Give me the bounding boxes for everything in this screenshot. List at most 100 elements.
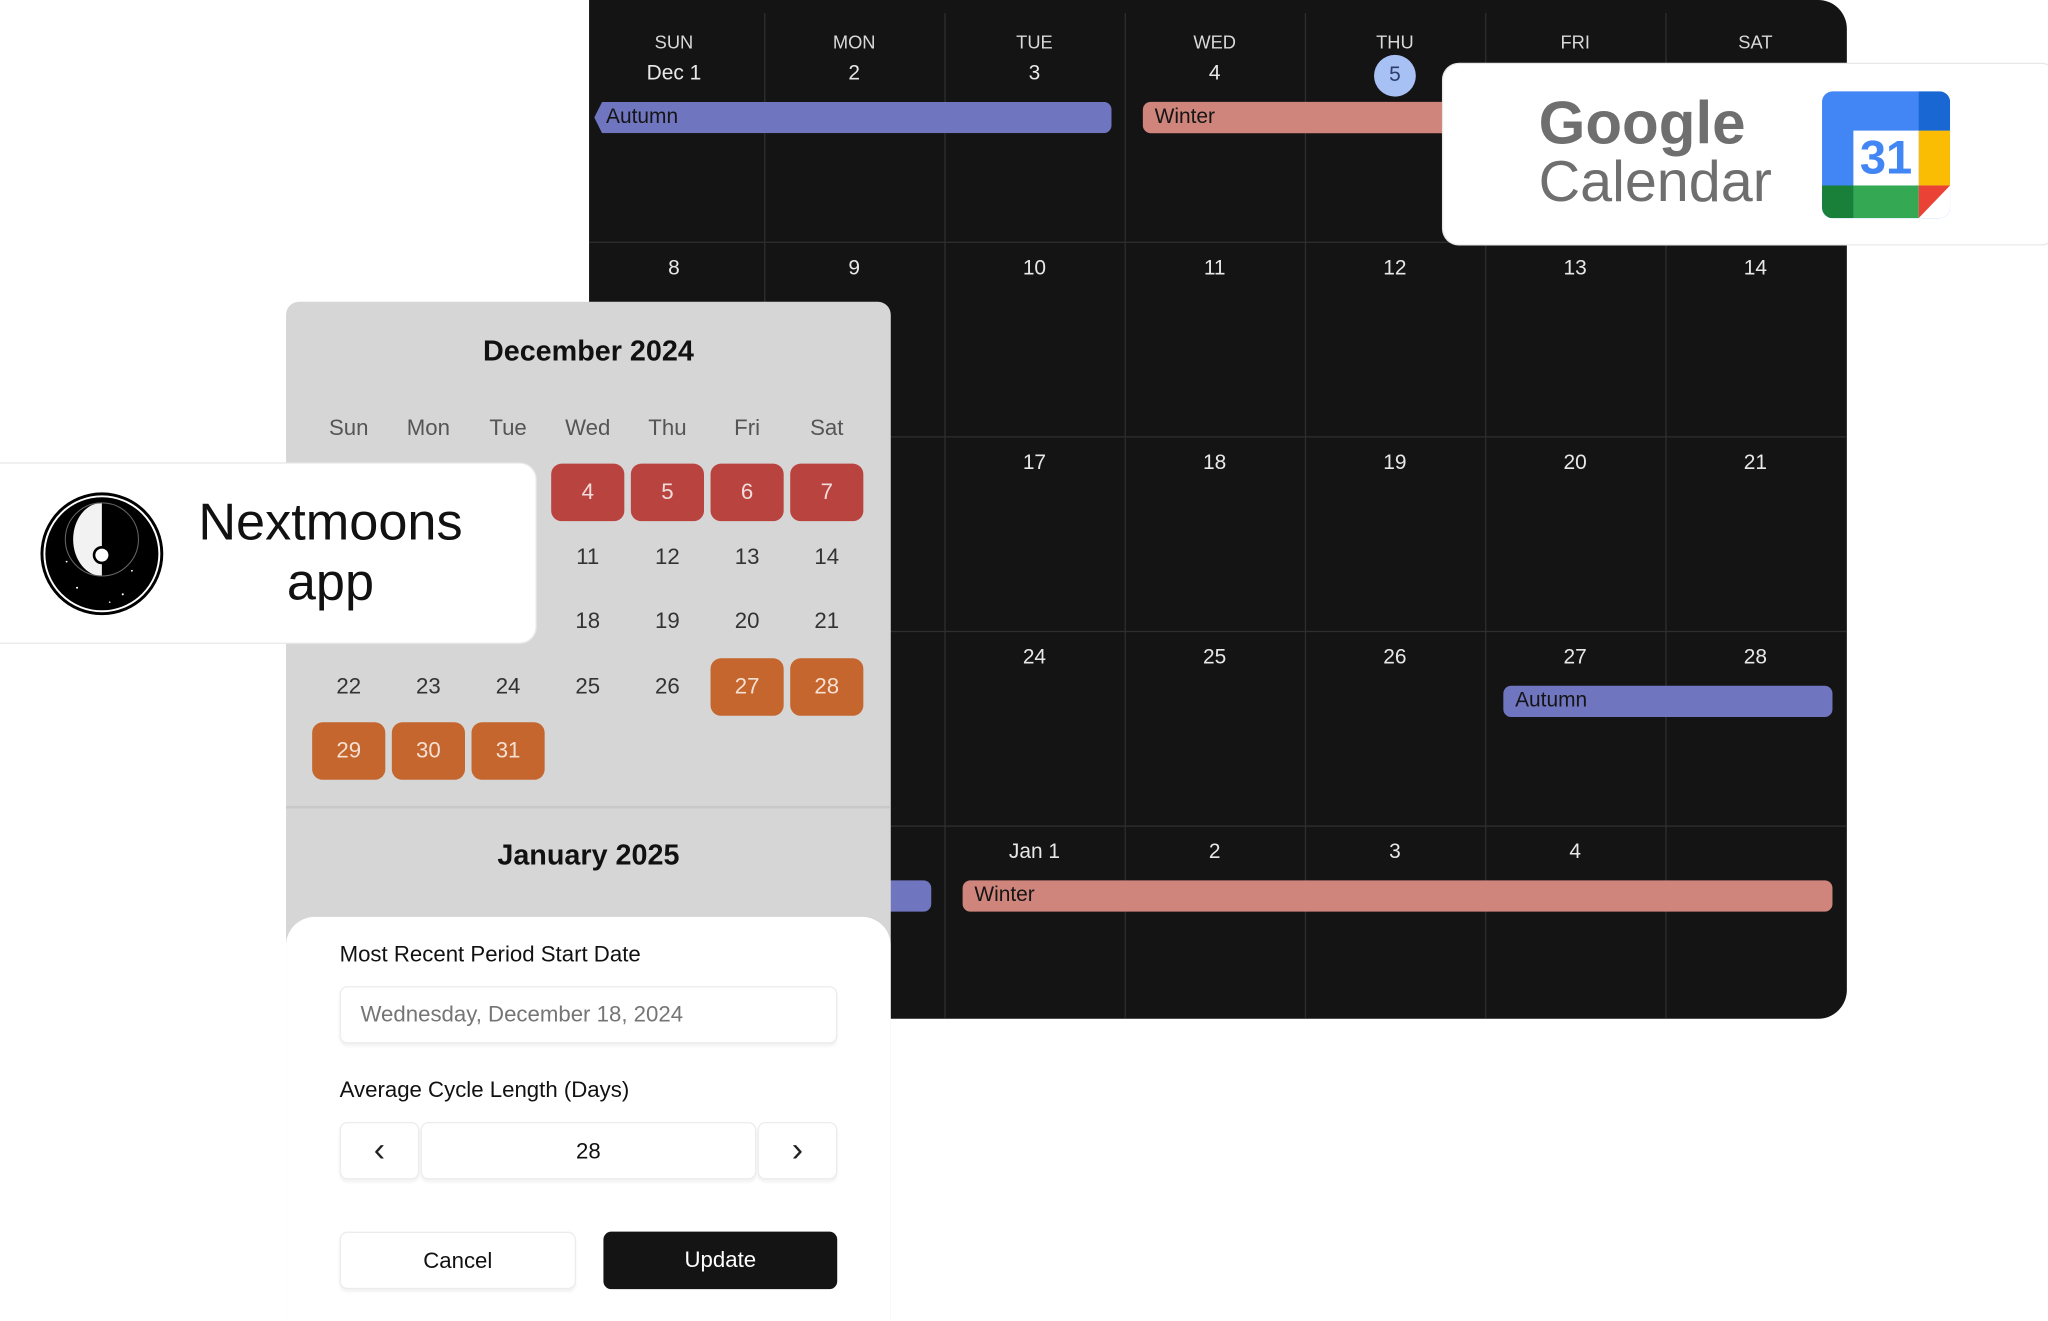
day-cell[interactable]: 23 xyxy=(392,658,465,715)
day-cell[interactable]: 26 xyxy=(631,658,704,715)
day-cell[interactable]: 25 xyxy=(551,658,624,715)
date-cell[interactable]: 4 xyxy=(1125,63,1305,87)
day-cell-period[interactable]: 5 xyxy=(630,463,704,522)
date-cell[interactable]: Jan 1 xyxy=(944,841,1124,865)
date-cell[interactable]: 25 xyxy=(1125,647,1305,671)
date-label: 3 xyxy=(1389,841,1401,864)
weekday-thu: Thu xyxy=(648,415,687,441)
date-label: 11 xyxy=(1203,257,1226,280)
date-label: 28 xyxy=(1743,646,1768,669)
cancel-button[interactable]: Cancel xyxy=(339,1231,576,1290)
date-cell[interactable]: 8 xyxy=(589,257,764,281)
calendar-wordmark: Calendar xyxy=(1538,150,1772,215)
date-cell[interactable]: 20 xyxy=(1485,452,1665,476)
date-cell[interactable]: 11 xyxy=(1125,257,1305,281)
day-cell-predicted[interactable]: 31 xyxy=(471,722,545,780)
day-cell[interactable]: 14 xyxy=(790,528,863,585)
nextmoons-card: Nextmoons app xyxy=(0,463,536,643)
day-cell[interactable]: 24 xyxy=(472,658,545,715)
day-name-fri: FRI xyxy=(1560,31,1590,53)
date-label: Dec 1 xyxy=(646,62,702,85)
cycle-decrement-button[interactable]: ‹ xyxy=(339,1121,420,1180)
date-label: 26 xyxy=(1383,646,1407,669)
date-label: 14 xyxy=(1743,257,1768,280)
day-cell-predicted[interactable]: 29 xyxy=(312,722,386,780)
weekday-tue: Tue xyxy=(489,415,527,441)
date-cell[interactable]: Dec 1 xyxy=(589,63,764,87)
day-cell[interactable]: 13 xyxy=(711,528,784,585)
date-cell[interactable]: 10 xyxy=(944,257,1124,281)
date-cell[interactable]: 9 xyxy=(764,257,944,281)
day-cell[interactable]: 22 xyxy=(312,658,385,715)
day-cell-period[interactable]: 7 xyxy=(790,463,864,522)
date-label: 13 xyxy=(1563,257,1587,280)
day-name-tue: TUE xyxy=(1016,31,1053,53)
date-cell[interactable]: 19 xyxy=(1305,452,1485,476)
date-cell[interactable]: 17 xyxy=(944,452,1124,476)
start-date-label: Most Recent Period Start Date xyxy=(339,941,641,967)
nextmoons-brand-text: Nextmoons app xyxy=(180,492,480,612)
day-name-mon: MON xyxy=(832,31,876,53)
weekday-sun: Sun xyxy=(328,415,369,441)
date-label: 2 xyxy=(1208,841,1221,864)
today-date-badge: 5 xyxy=(1374,54,1416,97)
date-cell[interactable]: 27 xyxy=(1485,647,1665,671)
day-cell[interactable]: 21 xyxy=(790,593,863,650)
date-cell[interactable]: 2 xyxy=(1125,841,1305,865)
cycle-settings-form: Most Recent Period Start Date Average Cy… xyxy=(286,916,891,1321)
update-button[interactable]: Update xyxy=(603,1231,838,1290)
cycle-increment-button[interactable]: › xyxy=(757,1121,838,1180)
date-label: 4 xyxy=(1208,62,1221,85)
app-wordmark: app xyxy=(286,553,375,612)
day-cell[interactable]: 12 xyxy=(631,528,704,585)
start-date-input[interactable] xyxy=(339,986,838,1044)
day-cell-period[interactable]: 4 xyxy=(551,463,625,522)
calendar-event[interactable]: Autumn xyxy=(594,101,1112,134)
day-name-thu: THU xyxy=(1376,31,1414,53)
grid-column-line xyxy=(1304,13,1307,1019)
stage: SUN MON TUE WED THU FRI SAT Dec 1 2 3 4 5 8 9 10 11 12 13… xyxy=(0,0,2048,1321)
date-cell[interactable]: 12 xyxy=(1305,257,1485,281)
day-cell[interactable]: 11 xyxy=(551,528,624,585)
day-cell-period[interactable]: 6 xyxy=(710,463,784,522)
month-title-january: January 2025 xyxy=(497,838,680,872)
day-cell[interactable]: 19 xyxy=(631,593,704,650)
day-name-wed: WED xyxy=(1193,31,1237,53)
date-label: 8 xyxy=(668,257,680,280)
date-label: 24 xyxy=(1022,646,1047,669)
date-cell[interactable]: 3 xyxy=(1305,841,1485,865)
date-label: 18 xyxy=(1203,451,1227,475)
date-cell[interactable]: 26 xyxy=(1305,647,1485,671)
google-brand-text: Google Calendar xyxy=(1539,93,1772,213)
weekday-mon: Mon xyxy=(406,415,450,441)
date-cell[interactable]: 24 xyxy=(944,647,1124,671)
day-cell-predicted[interactable]: 28 xyxy=(790,657,864,716)
date-label: 12 xyxy=(1383,257,1407,280)
date-cell[interactable]: 18 xyxy=(1125,452,1305,476)
nextmoons-panel: December 2024 January 2025 Most Recent P… xyxy=(286,301,891,1321)
date-label: 10 xyxy=(1022,257,1047,280)
date-label: 25 xyxy=(1203,646,1227,669)
date-label: 17 xyxy=(1022,451,1047,475)
day-cell-predicted[interactable]: 30 xyxy=(391,722,465,780)
day-cell-predicted[interactable]: 27 xyxy=(710,657,784,716)
date-cell[interactable]: 21 xyxy=(1665,452,1845,476)
date-label: 9 xyxy=(848,257,861,280)
cycle-length-label: Average Cycle Length (Days) xyxy=(339,1077,630,1103)
date-cell[interactable]: 13 xyxy=(1485,257,1665,281)
date-cell[interactable]: 4 xyxy=(1485,841,1665,865)
google-calendar-icon: 31 xyxy=(1822,91,1951,219)
date-cell[interactable]: 28 xyxy=(1665,647,1845,671)
date-cell[interactable]: 2 xyxy=(764,63,944,87)
weekday-sat: Sat xyxy=(810,415,844,441)
calendar-event[interactable]: Autumn xyxy=(1503,685,1833,718)
date-cell[interactable]: 3 xyxy=(944,63,1124,87)
day-cell[interactable]: 20 xyxy=(711,593,784,650)
calendar-event[interactable]: Winter xyxy=(962,880,1833,912)
month-divider xyxy=(286,805,891,809)
cycle-length-value[interactable]: 28 xyxy=(420,1121,757,1180)
day-cell[interactable]: 18 xyxy=(551,593,624,650)
date-label: Jan 1 xyxy=(1008,841,1060,864)
weekday-wed: Wed xyxy=(565,415,611,441)
date-cell[interactable]: 14 xyxy=(1665,257,1845,281)
